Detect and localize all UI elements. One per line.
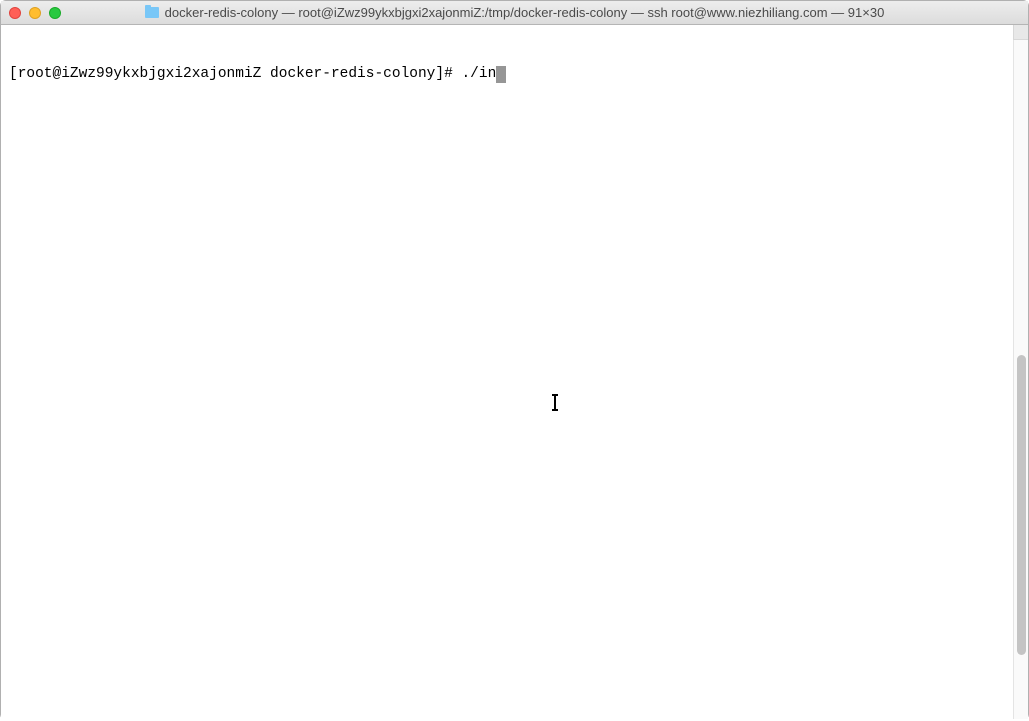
scrollbar-thumb[interactable] [1017, 355, 1026, 655]
traffic-lights [9, 7, 61, 19]
close-button[interactable] [9, 7, 21, 19]
terminal-area[interactable]: [root@iZwz99ykxbjgxi2xajonmiZ docker-red… [1, 25, 1028, 721]
terminal-cursor [496, 66, 506, 83]
typed-command: ./in [461, 65, 496, 84]
window-titlebar: docker-redis-colony — root@iZwz99ykxbjgx… [1, 1, 1028, 25]
text-caret-icon [554, 395, 556, 411]
minimize-button[interactable] [29, 7, 41, 19]
window-title: docker-redis-colony — root@iZwz99ykxbjgx… [165, 5, 885, 20]
scrollbar-top-box [1013, 25, 1028, 40]
shell-prompt: [root@iZwz99ykxbjgxi2xajonmiZ docker-red… [9, 65, 461, 84]
title-content: docker-redis-colony — root@iZwz99ykxbjgx… [1, 5, 1028, 20]
folder-icon [145, 7, 159, 18]
terminal-content: [root@iZwz99ykxbjgxi2xajonmiZ docker-red… [1, 25, 1028, 124]
maximize-button[interactable] [49, 7, 61, 19]
scrollbar-track[interactable] [1013, 25, 1028, 719]
